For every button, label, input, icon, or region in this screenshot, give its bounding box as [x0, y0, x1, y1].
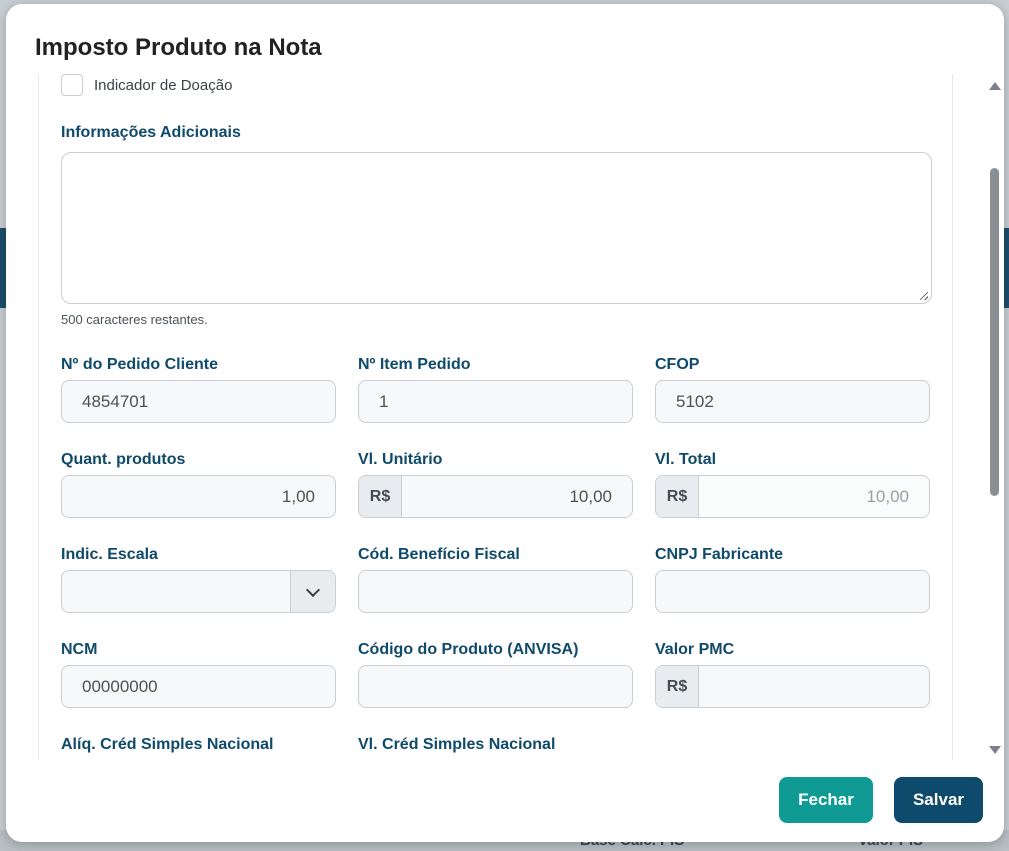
- close-button[interactable]: Fechar: [779, 777, 873, 823]
- dialog-scroll-area[interactable]: Indicador de Doação Informações Adiciona…: [38, 74, 953, 760]
- scrollbar-thumb[interactable]: [990, 168, 999, 496]
- dialog-title: Imposto Produto na Nota: [35, 34, 322, 61]
- unit-value-input[interactable]: R$ 10,00: [358, 475, 633, 518]
- total-value-label: Vl. Total: [655, 451, 717, 468]
- simples-value-label: Vl. Créd Simples Nacional: [358, 736, 556, 753]
- donation-indicator-label[interactable]: Indicador de Doação: [94, 77, 232, 94]
- additional-info-textarea[interactable]: [61, 152, 932, 304]
- vertical-scrollbar[interactable]: [986, 76, 1002, 760]
- total-value-input: R$ 10,00: [655, 475, 930, 518]
- cfop-input[interactable]: 5102: [655, 380, 930, 423]
- unit-value-value: 10,00: [569, 486, 612, 506]
- order-item-value: 1: [379, 391, 389, 411]
- ncm-input[interactable]: 00000000: [61, 665, 336, 708]
- ncm-label: NCM: [61, 641, 98, 658]
- scale-indicator-label: Indic. Escala: [61, 546, 158, 563]
- cfop-value: 5102: [676, 391, 714, 411]
- simples-rate-label: Alíq. Créd Simples Nacional: [61, 736, 274, 753]
- chevron-down-icon: [305, 582, 321, 597]
- chars-remaining-text: 500 caracteres restantes.: [61, 312, 208, 327]
- anvisa-code-input[interactable]: [358, 665, 633, 708]
- cfop-label: CFOP: [655, 356, 700, 373]
- manufacturer-cnpj-label: CNPJ Fabricante: [655, 546, 784, 563]
- client-order-label: Nº do Pedido Cliente: [61, 356, 218, 373]
- currency-prefix: R$: [656, 476, 699, 517]
- scroll-down-arrow-icon[interactable]: [989, 746, 1001, 754]
- anvisa-code-label: Código do Produto (ANVISA): [358, 641, 579, 658]
- pmc-value-input[interactable]: R$: [655, 665, 930, 708]
- scale-indicator-select[interactable]: [61, 570, 336, 613]
- resize-grip-icon[interactable]: [920, 292, 928, 300]
- additional-info-label: Informações Adicionais: [61, 124, 241, 141]
- unit-value-label: Vl. Unitário: [358, 451, 443, 468]
- tax-benefit-label: Cód. Benefício Fiscal: [358, 546, 520, 563]
- quantity-value: 1,00: [281, 486, 315, 506]
- quantity-input[interactable]: 1,00: [61, 475, 336, 518]
- scroll-up-arrow-icon[interactable]: [989, 82, 1001, 90]
- product-tax-dialog: Imposto Produto na Nota Indicador de Doa…: [6, 4, 1004, 842]
- quantity-label: Quant. produtos: [61, 451, 186, 468]
- pmc-value-label: Valor PMC: [655, 641, 735, 658]
- ncm-value: 00000000: [82, 676, 158, 696]
- dropdown-toggle[interactable]: [290, 571, 335, 612]
- save-button[interactable]: Salvar: [894, 777, 983, 823]
- currency-prefix: R$: [656, 666, 699, 707]
- donation-indicator-row[interactable]: Indicador de Doação: [61, 74, 232, 96]
- client-order-value: 4854701: [82, 391, 149, 411]
- order-item-label: Nº Item Pedido: [358, 356, 471, 373]
- currency-prefix: R$: [359, 476, 402, 517]
- order-item-input[interactable]: 1: [358, 380, 633, 423]
- tax-benefit-input[interactable]: [358, 570, 633, 613]
- total-value-value: 10,00: [866, 486, 909, 506]
- client-order-input[interactable]: 4854701: [61, 380, 336, 423]
- manufacturer-cnpj-input[interactable]: [655, 570, 930, 613]
- donation-indicator-checkbox[interactable]: [61, 74, 83, 96]
